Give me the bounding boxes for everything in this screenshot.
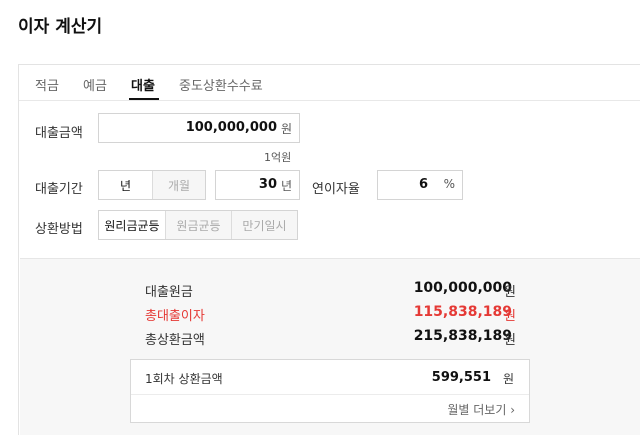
repayment-equal-installment[interactable]: 원리금균등 [99, 211, 165, 239]
total-repayment-label: 총상환금액 [145, 333, 205, 348]
loan-period-unit: 년 [280, 179, 292, 193]
total-interest-value: 115,838,189 [413, 304, 512, 320]
total-repayment-unit: 원 [504, 333, 516, 348]
period-unit-toggle: 년 개월 [98, 170, 206, 200]
first-payment-value: 599,551 [431, 370, 491, 385]
loan-amount-caption: 1억원 [264, 151, 292, 164]
loan-period-label: 대출기간 [35, 182, 83, 197]
repayment-bullet[interactable]: 만기일시 [231, 211, 297, 239]
result-area: 대출원금 100,000,000 원 총대출이자 115,838,189 원 총… [20, 258, 640, 435]
first-payment-divider [131, 394, 529, 395]
principal-unit: 원 [504, 285, 516, 300]
total-repayment-value: 215,838,189 [413, 328, 512, 344]
principal-label: 대출원금 [145, 285, 193, 300]
first-payment-unit: 원 [502, 372, 514, 386]
total-interest-label: 총대출이자 [145, 309, 205, 324]
total-interest-unit: 원 [504, 309, 516, 324]
tab-bar: 적금 예금 대출 중도상환수수료 [19, 65, 640, 101]
loan-amount-field[interactable]: 100,000,000 원 [98, 113, 300, 143]
calculator-panel: 적금 예금 대출 중도상환수수료 대출금액 100,000,000 원 1억원 … [18, 64, 640, 435]
loan-amount-label: 대출금액 [35, 126, 83, 141]
repayment-equal-principal[interactable]: 원금균등 [165, 211, 231, 239]
period-unit-month[interactable]: 개월 [152, 171, 205, 199]
loan-period-field[interactable]: 30 년 [215, 170, 300, 200]
repayment-method-toggle: 원리금균등 원금균등 만기일시 [98, 210, 298, 240]
tab-savings[interactable]: 적금 [35, 75, 59, 94]
interest-rate-label: 연이자율 [312, 182, 360, 197]
interest-rate-value: 6 [418, 177, 428, 192]
interest-rate-unit: % [443, 177, 455, 191]
tab-loan[interactable]: 대출 [131, 75, 155, 94]
first-payment-box: 1회차 상환금액 599,551 원 월별 더보기 › [130, 359, 530, 423]
tabs-divider [19, 100, 640, 101]
interest-rate-field[interactable]: 6 % [377, 170, 463, 200]
tab-prepayment-fee[interactable]: 중도상환수수료 [179, 75, 263, 94]
loan-amount-value: 100,000,000 [185, 120, 277, 135]
repayment-method-label: 상환방법 [35, 222, 83, 237]
page-title: 이자 계산기 [18, 17, 103, 37]
period-unit-year[interactable]: 년 [99, 171, 152, 199]
tab-deposit[interactable]: 예금 [83, 75, 107, 94]
loan-period-value: 30 [258, 177, 277, 192]
first-payment-label: 1회차 상환금액 [145, 372, 223, 386]
principal-value: 100,000,000 [413, 280, 512, 296]
loan-amount-unit: 원 [280, 122, 292, 136]
monthly-more-link[interactable]: 월별 더보기 › [447, 401, 515, 418]
